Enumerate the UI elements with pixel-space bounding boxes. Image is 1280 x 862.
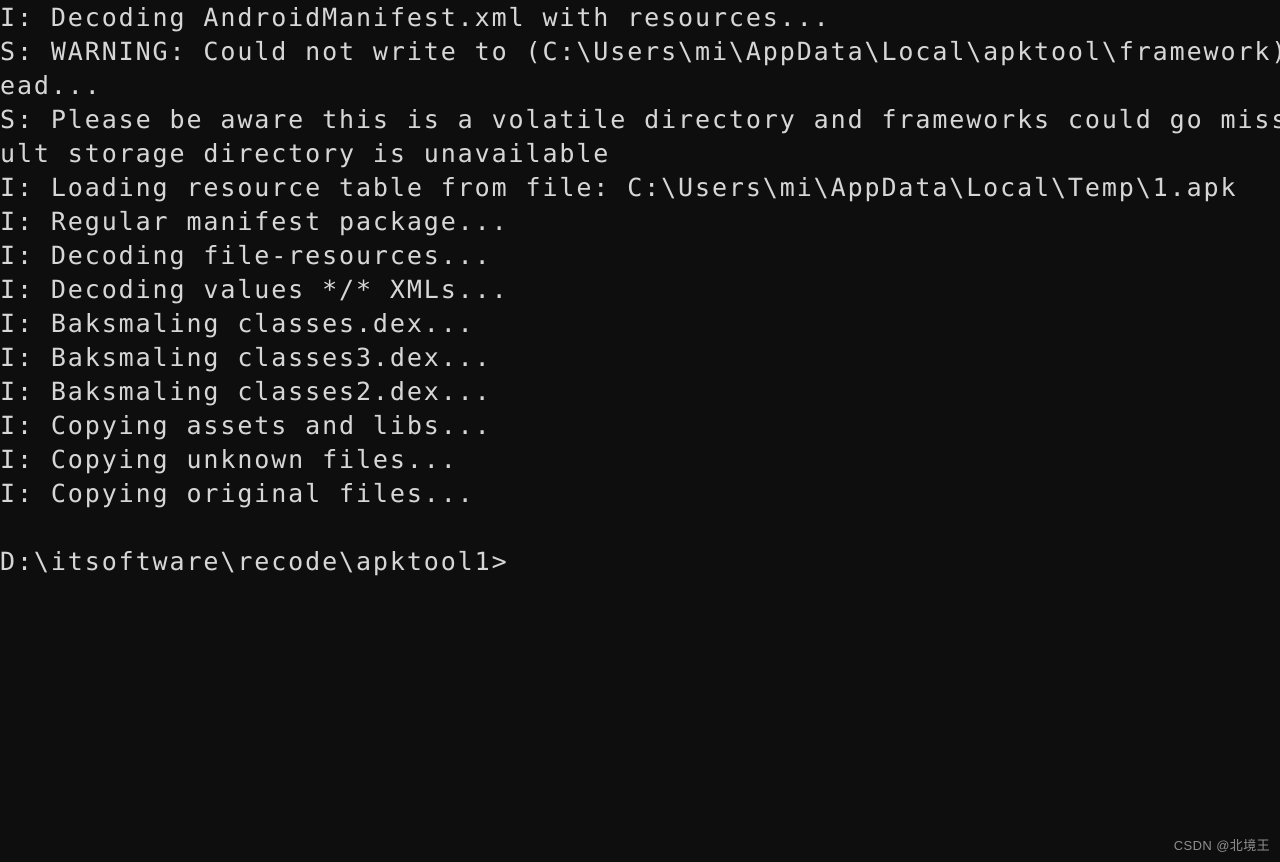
console-line: I: Decoding file-resources... (0, 241, 492, 270)
console-line: I: Copying original files... (0, 479, 475, 508)
console-line: ult storage directory is unavailable (0, 139, 611, 168)
console-line: I: Loading resource table from file: C:\… (0, 173, 1238, 202)
csdn-watermark: CSDN @北境王 (1173, 838, 1270, 853)
console-line: I: Decoding values */* XMLs... (0, 275, 509, 304)
console-line: D:\itsoftware\recode\apktool1> (0, 547, 509, 576)
console-line: ead... (0, 71, 102, 100)
console-line: I: Decoding AndroidManifest.xml with res… (0, 3, 831, 32)
console-line: I: Regular manifest package... (0, 207, 509, 236)
console-line: I: Copying unknown files... (0, 445, 458, 474)
console-line: I: Copying assets and libs... (0, 411, 492, 440)
console-line: I: Baksmaling classes2.dex... (0, 377, 492, 406)
console-line: S: WARNING: Could not write to (C:\Users… (0, 37, 1280, 66)
console-line: S: Please be aware this is a volatile di… (0, 105, 1280, 134)
terminal-window[interactable]: I: Decoding AndroidManifest.xml with res… (0, 0, 1280, 862)
console-line: I: Baksmaling classes3.dex... (0, 343, 492, 372)
console-line: I: Baksmaling classes.dex... (0, 309, 475, 338)
console-output: I: Decoding AndroidManifest.xml with res… (0, 0, 1280, 579)
